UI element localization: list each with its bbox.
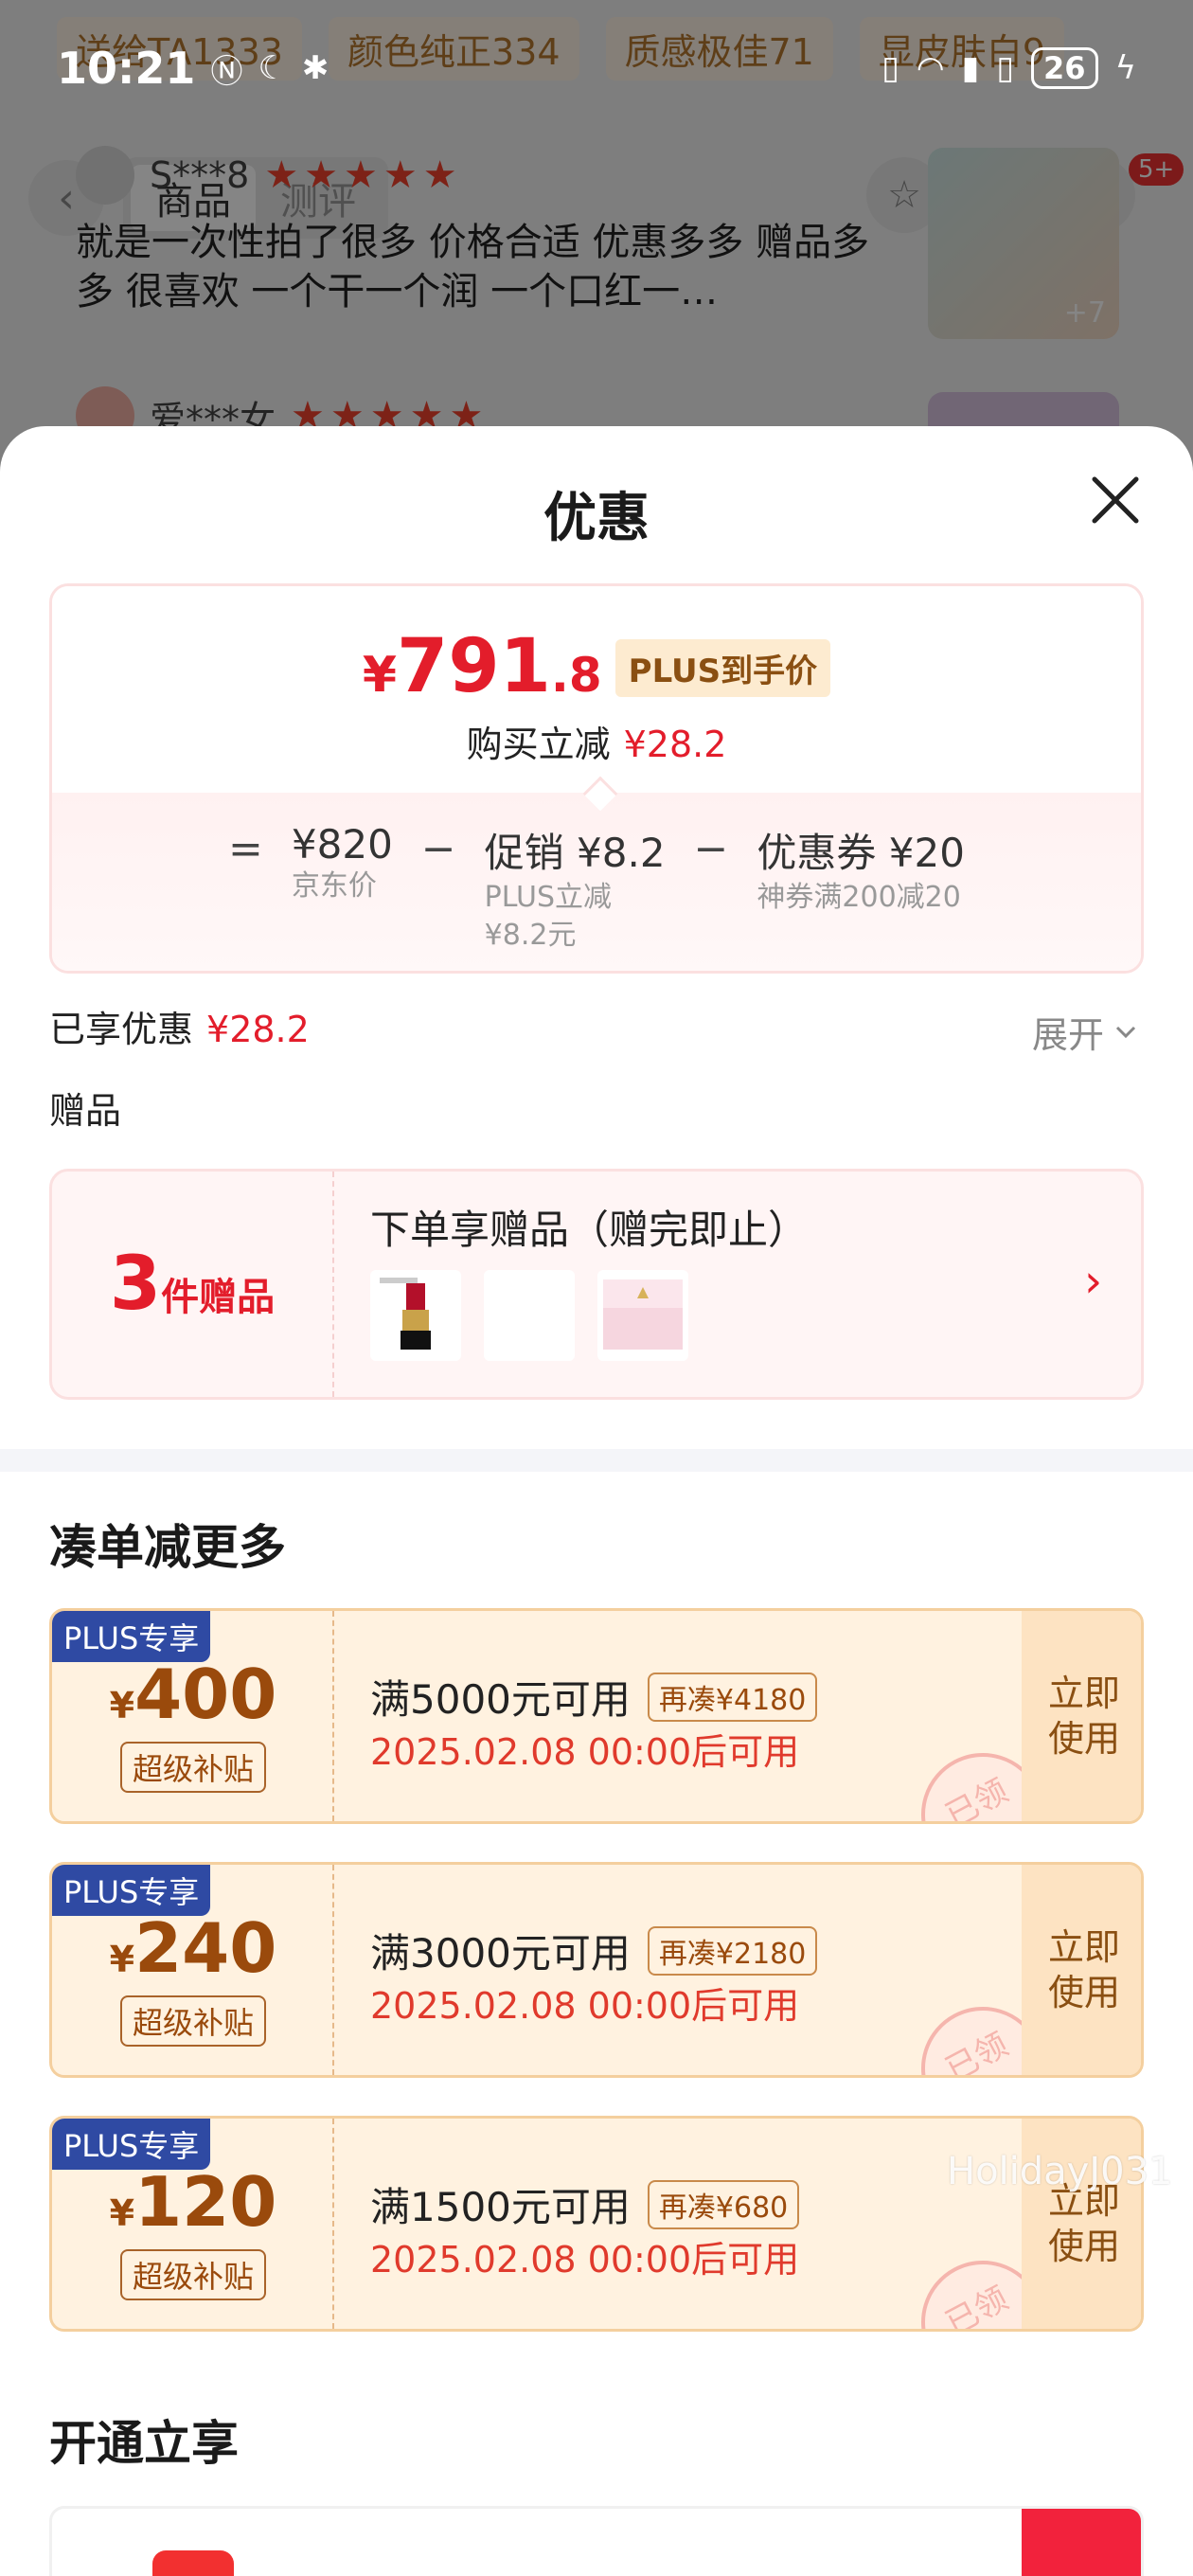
coupon-subsidy-tag: 超级补贴	[120, 1995, 266, 2047]
signal-icon: ▮	[961, 49, 980, 87]
jd-logo-icon	[152, 2550, 234, 2576]
sheet-title: 优惠	[543, 488, 650, 549]
use-now-button[interactable]: 立即使用	[1022, 1611, 1141, 1821]
close-icon[interactable]	[1085, 470, 1146, 530]
expand-button[interactable]: 展开	[1032, 1006, 1140, 1058]
chevron-right-icon: ›	[1084, 1255, 1103, 1308]
coupon-amount: ¥240	[109, 1908, 277, 1988]
section-divider	[0, 1449, 1193, 1472]
gift-blank-image	[484, 1270, 575, 1361]
gift-thumbnails	[370, 1270, 688, 1361]
open-membership-title: 开通立享	[49, 2416, 239, 2471]
dnd-icon: ☾	[258, 49, 287, 87]
coupon-condition: 满5000元可用 再凑¥4180	[370, 1668, 818, 1726]
coupon-card[interactable]: PLUS专享 ¥240 超级补贴 满3000元可用 再凑¥2180 2025.0…	[49, 1862, 1144, 2078]
chevron-down-icon	[1115, 1026, 1136, 1038]
add-more-tag: 再凑¥2180	[647, 1925, 818, 1976]
charging-icon: ϟ	[1114, 49, 1136, 87]
gift-count: 3 件赠品	[52, 1172, 334, 1397]
battery-icon: 26	[1031, 47, 1098, 89]
promotion-discount: 促销 ¥8.2 PLUS立减 ¥8.2元	[484, 830, 666, 952]
minus-sign: −	[420, 825, 456, 873]
status-right: ▯ ◠ ▮ ▯ 26 ϟ	[881, 47, 1136, 89]
gift-title: 下单享赠品（赠完即止）	[370, 1207, 809, 1253]
minus-sign: −	[693, 825, 729, 873]
membership-card[interactable]: 立即	[49, 2506, 1144, 2576]
reduce-amount: ¥28.2	[623, 724, 727, 765]
coupon-valid-date: 2025.02.08 00:00后可用	[370, 1731, 800, 1773]
coupon-valid-date: 2025.02.08 00:00后可用	[370, 2239, 800, 2281]
coupon-discount: 优惠券 ¥20 神券满200减20	[757, 830, 965, 914]
jd-price: ¥820 京东价	[291, 821, 393, 903]
gift-lipstick-image	[370, 1270, 461, 1361]
price-calculation: = ¥820 京东价 − 促销 ¥8.2 PLUS立减 ¥8.2元 − 优惠券 …	[52, 821, 1141, 955]
gift-card[interactable]: 3 件赠品 下单享赠品（赠完即止） ›	[49, 1169, 1144, 1400]
final-price-row: ¥791.8 PLUS到手价	[52, 624, 1141, 709]
coupon-card[interactable]: PLUS专享 ¥400 超级补贴 满5000元可用 再凑¥4180 2025.0…	[49, 1608, 1144, 1824]
wifi-icon: ◠	[916, 49, 945, 87]
add-more-tag: 再凑¥680	[647, 2179, 800, 2229]
coupon-condition: 满1500元可用 再凑¥680	[370, 2175, 800, 2233]
enjoyed-discount: 已享优惠 ¥28.2	[49, 1009, 310, 1050]
coupon-valid-date: 2025.02.08 00:00后可用	[370, 1985, 800, 2027]
coupon-subsidy-tag: 超级补贴	[120, 2249, 266, 2300]
equals-sign: =	[228, 825, 263, 873]
signal-icon: ▯	[996, 49, 1015, 87]
status-time: 10:21	[57, 43, 196, 94]
bluetooth-icon: ✱	[301, 49, 329, 87]
coupon-condition: 满3000元可用 再凑¥2180	[370, 1922, 818, 1979]
coupon-amount: ¥400	[109, 1655, 277, 1734]
coupon-subsidy-tag: 超级补贴	[120, 1742, 266, 1793]
gift-section-label: 赠品	[49, 1090, 122, 1132]
status-bar: 10:21 Ⓝ ☾ ✱ ▯ ◠ ▮ ▯ 26 ϟ	[0, 38, 1193, 98]
watermark: HolidayJ031	[947, 2150, 1173, 2193]
enjoyed-amount: ¥28.2	[206, 1009, 310, 1050]
more-discount-title: 凑单减更多	[49, 1520, 286, 1575]
final-price: ¥791.8	[362, 624, 602, 709]
plus-price-tag: PLUS到手价	[614, 639, 831, 697]
open-now-button[interactable]: 立即	[1022, 2509, 1141, 2576]
discount-sheet: 优惠 ¥791.8 PLUS到手价 购买立减 ¥28.2 = ¥820 京东价 −…	[0, 426, 1193, 2576]
use-now-button[interactable]: 立即使用	[1022, 1865, 1141, 2075]
vibrate-icon: ▯	[881, 49, 899, 87]
instant-reduce: 购买立减 ¥28.2	[466, 724, 727, 765]
nfc-icon: Ⓝ	[210, 52, 243, 91]
gift-pouch-image	[597, 1270, 688, 1361]
price-breakdown-card: ¥791.8 PLUS到手价 购买立减 ¥28.2 = ¥820 京东价 − 促销…	[49, 583, 1144, 974]
status-left: 10:21 Ⓝ ☾ ✱	[57, 43, 329, 94]
add-more-tag: 再凑¥4180	[647, 1672, 818, 1722]
coupon-card[interactable]: PLUS专享 ¥120 超级补贴 满1500元可用 再凑¥680 2025.02…	[49, 2116, 1144, 2332]
coupon-amount: ¥120	[109, 2162, 277, 2242]
